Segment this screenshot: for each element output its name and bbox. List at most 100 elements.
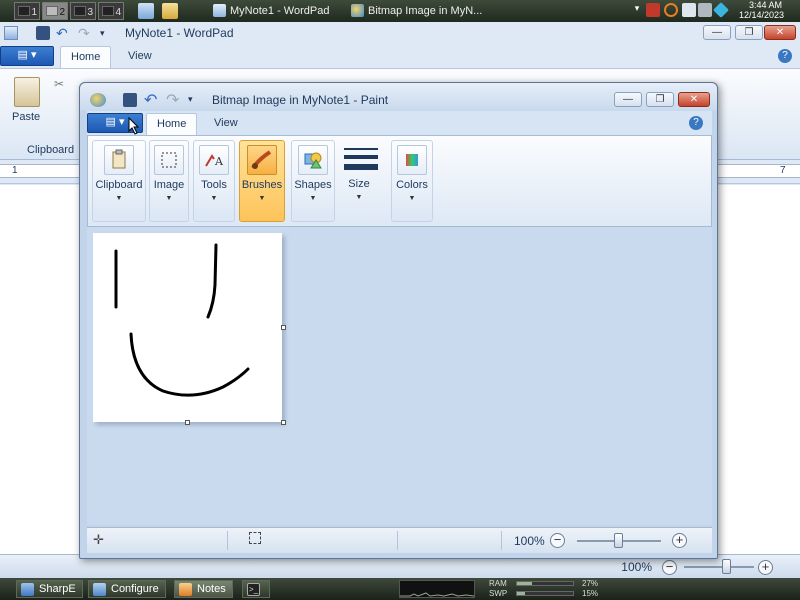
paste-icon[interactable] <box>14 77 40 107</box>
canvas-resize-handle-right[interactable] <box>281 325 286 330</box>
canvas-resize-handle-corner[interactable] <box>281 420 286 425</box>
clipboard-group-label: Clipboard <box>95 179 143 191</box>
tray-arrow-icon[interactable]: ▾ <box>630 3 644 17</box>
ruler-mark-end: 7 <box>780 165 786 176</box>
canvas-resize-handle-bottom[interactable] <box>185 420 190 425</box>
ruler-mark-start: 1 <box>12 165 18 176</box>
tools-icon: A <box>199 145 229 175</box>
workspace-1-button[interactable]: 1 <box>14 2 40 20</box>
clipboard-dropdown-icon: ▼ <box>115 195 123 202</box>
paint-tab-home[interactable]: Home <box>146 113 198 135</box>
wordpad-tab-home[interactable]: Home <box>60 46 112 68</box>
ram-label: RAM <box>489 579 507 588</box>
colors-group[interactable]: Colors ▼ <box>391 140 433 222</box>
taskbar-task-wordpad[interactable]: MyNote1 - WordPad <box>210 1 340 21</box>
paint-zoom-out-icon[interactable]: − <box>550 533 565 548</box>
brushes-group[interactable]: Brushes ▼ <box>239 140 285 222</box>
wordpad-zoom-in-icon[interactable]: + <box>758 560 773 575</box>
size-dropdown-icon: ▼ <box>355 194 363 201</box>
paint-maximize-button[interactable]: ❐ <box>646 92 674 107</box>
clock-time[interactable]: 3:44 AM <box>749 0 782 10</box>
paint-help-icon[interactable]: ? <box>689 116 703 130</box>
workspace-2-button[interactable]: 2 <box>42 2 68 20</box>
drawing-strokes <box>114 243 250 397</box>
paint-redo-icon[interactable]: ↷ <box>166 90 179 110</box>
clipboard-icon <box>104 145 134 175</box>
tray-app-icon[interactable] <box>713 2 729 18</box>
wordpad-zoom-out-icon[interactable]: − <box>662 560 677 575</box>
wordpad-zoom-label: 100% <box>621 560 652 574</box>
top-taskbar: 1 2 3 4 MyNote1 - WordPad Bitmap Image i… <box>0 0 800 22</box>
image-group-label: Image <box>153 179 185 191</box>
shapes-group[interactable]: Shapes ▼ <box>291 140 335 222</box>
wordpad-ribbon-tabs: ▤ ▾ Home View ? <box>0 44 800 68</box>
taskbar-task-paint[interactable]: Bitmap Image in MyN... <box>348 1 488 21</box>
paint-ribbon: Clipboard ▼ Image ▼ A Tools ▼ Brushes ▼ <box>87 135 712 227</box>
undo-icon[interactable]: ↶ <box>56 26 70 40</box>
workspace-3-button[interactable]: 3 <box>70 2 96 20</box>
status-divider <box>501 531 502 550</box>
size-group[interactable]: Size ▼ <box>339 140 379 222</box>
wordpad-icon <box>213 4 226 17</box>
swp-percent: 15% <box>582 589 599 598</box>
taskbar-notes-button[interactable]: Notes <box>174 580 233 598</box>
paint-zoom-in-icon[interactable]: + <box>672 533 687 548</box>
image-group[interactable]: Image ▼ <box>149 140 189 222</box>
wordpad-zoom-thumb[interactable] <box>722 559 731 574</box>
ram-bar <box>516 581 574 586</box>
wordpad-clipboard-group-label: Clipboard <box>27 144 75 156</box>
tools-group[interactable]: A Tools ▼ <box>193 140 235 222</box>
cut-icon[interactable]: ✂ <box>54 77 64 91</box>
selection-size-icon <box>249 532 261 544</box>
paint-save-icon[interactable] <box>123 93 137 107</box>
wordpad-zoom-track[interactable] <box>684 566 754 568</box>
mouse-cursor-icon <box>128 117 140 135</box>
paint-title: Bitmap Image in MyNote1 - Paint <box>212 93 389 107</box>
paint-undo-icon[interactable]: ↶ <box>144 90 157 110</box>
ram-percent: 27% <box>582 579 599 588</box>
taskbar-sharpe-button[interactable]: SharpE <box>16 580 83 598</box>
customize-qat-icon[interactable]: ▾ <box>100 26 114 40</box>
tools-group-label: Tools <box>201 179 227 191</box>
save-icon[interactable] <box>36 26 50 40</box>
colors-group-label: Colors <box>396 179 428 191</box>
paint-customize-qat-icon[interactable]: ▾ <box>188 94 193 105</box>
clock-date[interactable]: 12/14/2023 <box>739 10 784 20</box>
paste-label[interactable]: Paste <box>12 111 40 123</box>
wordpad-minimize-button[interactable]: — <box>703 25 731 40</box>
quicklaunch-notes-icon[interactable] <box>138 3 154 19</box>
tray-volume-icon[interactable] <box>698 3 712 17</box>
paint-app-icon[interactable] <box>90 93 106 107</box>
workspace-preview <box>74 6 86 16</box>
paint-ribbon-tabs: ▤ ▾ Home View ? <box>87 111 712 135</box>
workspace-preview <box>46 6 58 16</box>
wordpad-app-menu-button[interactable]: ▤ ▾ <box>0 46 54 66</box>
paint-close-button[interactable]: ✕ <box>678 92 710 107</box>
paint-window: ↶ ↷ ▾ Bitmap Image in MyNote1 - Paint — … <box>79 82 718 559</box>
brushes-group-label: Brushes <box>241 179 283 191</box>
tray-search-icon[interactable] <box>664 3 678 17</box>
tray-network-icon[interactable] <box>646 3 660 17</box>
paint-zoom-thumb[interactable] <box>614 533 623 548</box>
quicklaunch-folder-icon[interactable] <box>162 3 178 19</box>
wordpad-tab-view[interactable]: View <box>118 46 162 68</box>
paint-minimize-button[interactable]: — <box>614 92 642 107</box>
redo-icon[interactable]: ↷ <box>78 26 92 40</box>
clipboard-group[interactable]: Clipboard ▼ <box>92 140 146 222</box>
paint-icon <box>351 4 364 17</box>
paint-tab-view[interactable]: View <box>204 113 248 135</box>
wordpad-app-icon[interactable] <box>4 26 18 40</box>
tray-display-icon[interactable] <box>682 3 696 17</box>
notes-icon <box>179 583 192 596</box>
taskbar-terminal-button[interactable]: >_ <box>242 580 270 598</box>
select-icon <box>154 145 184 175</box>
cpu-graph <box>399 580 475 598</box>
wordpad-titlebar: ↶ ↷ ▾ MyNote1 - WordPad — ❐ ✕ <box>0 22 800 44</box>
wordpad-help-icon[interactable]: ? <box>778 49 792 63</box>
brushes-dropdown-icon: ▼ <box>258 195 266 202</box>
taskbar-configure-button[interactable]: Configure <box>88 580 166 598</box>
wordpad-close-button[interactable]: ✕ <box>764 25 796 40</box>
wordpad-maximize-button[interactable]: ❐ <box>735 25 763 40</box>
workspace-4-button[interactable]: 4 <box>98 2 124 20</box>
drawing-canvas[interactable] <box>93 233 282 422</box>
